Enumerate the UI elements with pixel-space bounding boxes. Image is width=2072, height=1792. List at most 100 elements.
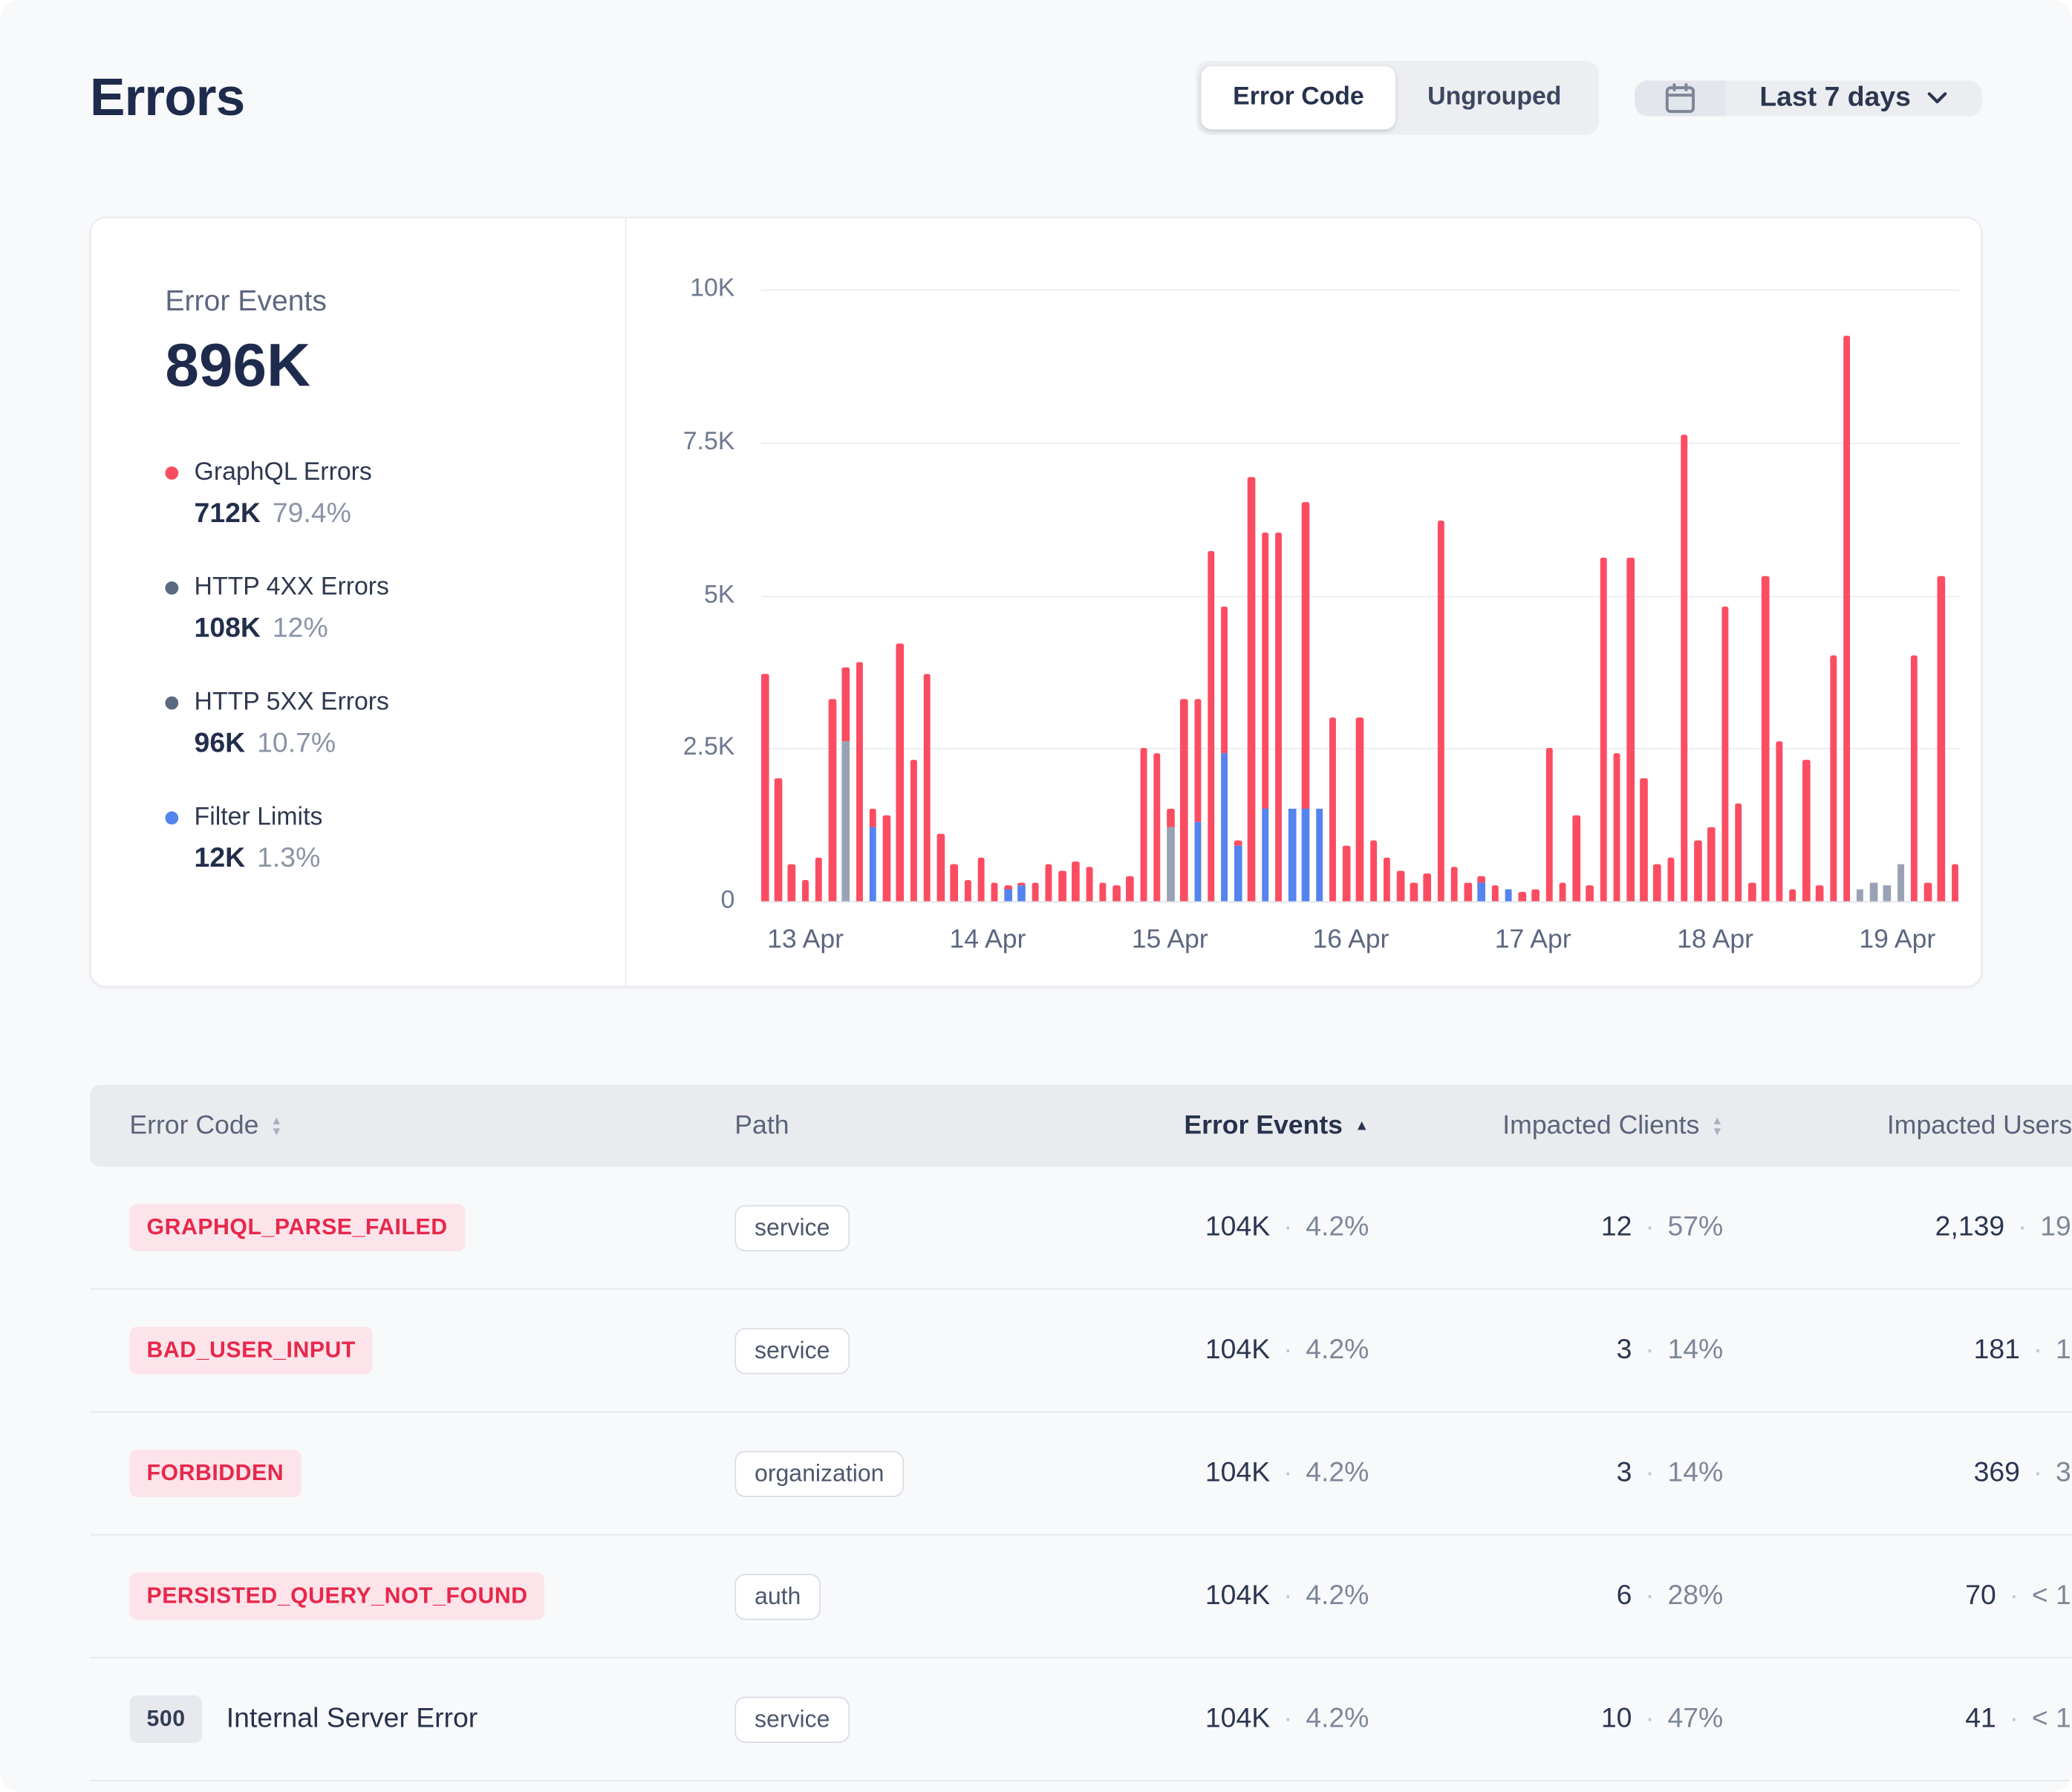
table-row[interactable]: BAD_USER_INPUTservice104K·4.2%3·14%181·1… <box>90 1290 2072 1413</box>
chart-bar[interactable] <box>761 290 769 902</box>
chart-bar[interactable] <box>1816 290 1823 902</box>
column-header-impacted-users[interactable]: Impacted Users▲▼ <box>1736 1111 2072 1141</box>
chart-bar[interactable] <box>937 290 945 902</box>
chart-bar[interactable] <box>1870 290 1877 902</box>
chart-bar[interactable] <box>910 290 917 902</box>
chart-bar[interactable] <box>1194 290 1202 902</box>
chart-bar[interactable] <box>1911 290 1918 902</box>
chart-bar[interactable] <box>1478 290 1485 902</box>
chart-bar[interactable] <box>1005 290 1012 902</box>
column-header-error-events[interactable]: Error Events▲ <box>1131 1111 1382 1141</box>
date-range-value[interactable]: Last 7 days <box>1725 80 1982 116</box>
chart-bar[interactable] <box>1302 290 1309 902</box>
chart-bar[interactable] <box>856 290 863 902</box>
chart-bar[interactable] <box>1221 290 1228 902</box>
chart-bar[interactable] <box>1369 290 1377 902</box>
column-header-path[interactable]: Path <box>695 1111 1131 1141</box>
chart-bar[interactable] <box>1275 290 1283 902</box>
table-row[interactable]: FORBIDDENorganization104K·4.2%3·14%369·3… <box>90 1413 2072 1535</box>
chart-bar[interactable] <box>1857 290 1864 902</box>
chart-bar[interactable] <box>1559 290 1566 902</box>
chart-bar[interactable] <box>1343 290 1350 902</box>
legend-item-2[interactable]: HTTP 4XX Errors108K12% <box>165 573 585 645</box>
chart-bar[interactable] <box>1708 290 1716 902</box>
table-row[interactable]: 500Internal Server Errorservice104K·4.2%… <box>90 1658 2072 1781</box>
chart-bar[interactable] <box>951 290 958 902</box>
chart-bar[interactable] <box>1545 290 1553 902</box>
chart-bar[interactable] <box>1532 290 1540 902</box>
chart-bar[interactable] <box>1491 290 1499 902</box>
chart-bar[interactable] <box>1735 290 1742 902</box>
chart-bar[interactable] <box>1586 290 1594 902</box>
chart-bar[interactable] <box>1613 290 1620 902</box>
chart-bar[interactable] <box>1721 290 1729 902</box>
chart-bar[interactable] <box>1329 290 1337 902</box>
chart-bar[interactable] <box>1451 290 1459 902</box>
chart-bar[interactable] <box>1951 290 1958 902</box>
chart-bar[interactable] <box>788 290 795 902</box>
chart-bar[interactable] <box>1180 290 1188 902</box>
chart-bar[interactable] <box>1694 290 1701 902</box>
legend-item-4[interactable]: Filter Limits12K1.3% <box>165 804 585 875</box>
legend-item-3[interactable]: HTTP 5XX Errors96K10.7% <box>165 688 585 760</box>
chart-bar[interactable] <box>1045 290 1052 902</box>
chart-bar[interactable] <box>1356 290 1364 902</box>
chart-bar[interactable] <box>1140 290 1147 902</box>
chart-bar[interactable] <box>1573 290 1580 902</box>
chart-bar[interactable] <box>1397 290 1404 902</box>
chart-bar[interactable] <box>1505 290 1512 902</box>
chart-bar[interactable] <box>1776 290 1783 902</box>
date-range-picker[interactable]: Last 7 days <box>1634 80 1982 116</box>
chart-bar[interactable] <box>1248 290 1255 902</box>
chart-bar[interactable] <box>1059 290 1066 902</box>
legend-item-1[interactable]: GraphQL Errors712K79.4% <box>165 458 585 530</box>
column-header-impacted-clients[interactable]: Impacted Clients▲▼ <box>1382 1111 1736 1141</box>
chart-bar[interactable] <box>1641 290 1648 902</box>
chart-bar[interactable] <box>1316 290 1323 902</box>
chart-bar[interactable] <box>991 290 998 902</box>
chart-bar[interactable] <box>802 290 809 902</box>
chart-bar[interactable] <box>842 290 850 902</box>
chart-bar[interactable] <box>1654 290 1661 902</box>
chart-bar[interactable] <box>1924 290 1932 902</box>
chart-bar[interactable] <box>1626 290 1634 902</box>
chart-bar[interactable] <box>1762 290 1769 902</box>
chart-bar[interactable] <box>829 290 836 902</box>
chart-bar[interactable] <box>1802 290 1810 902</box>
chart-bar[interactable] <box>1465 290 1472 902</box>
group-by-ungrouped-button[interactable]: Ungrouped <box>1395 66 1593 129</box>
chart-bar[interactable] <box>1086 290 1093 902</box>
chart-bar[interactable] <box>1410 290 1418 902</box>
chart-bar[interactable] <box>775 290 782 902</box>
chart-bar[interactable] <box>1289 290 1296 902</box>
chart-bar[interactable] <box>1667 290 1675 902</box>
chart-bar[interactable] <box>1424 290 1431 902</box>
chart-bar[interactable] <box>1789 290 1796 902</box>
chart-bar[interactable] <box>1384 290 1391 902</box>
chart-bar[interactable] <box>964 290 971 902</box>
chart-bar[interactable] <box>896 290 904 902</box>
chart-bar[interactable] <box>1112 290 1120 902</box>
chart-bar[interactable] <box>1032 290 1039 902</box>
chart-bar[interactable] <box>1072 290 1080 902</box>
chart-bar[interactable] <box>1830 290 1837 902</box>
chart-bar[interactable] <box>977 290 985 902</box>
chart-bar[interactable] <box>923 290 931 902</box>
column-header-error-code[interactable]: Error Code▲▼ <box>90 1111 695 1141</box>
chart-bar[interactable] <box>883 290 890 902</box>
chart-bar[interactable] <box>1208 290 1215 902</box>
table-row[interactable]: GRAPHQL_PARSE_FAILEDservice104K·4.2%12·5… <box>90 1167 2072 1289</box>
chart-bar[interactable] <box>1897 290 1905 902</box>
chart-bar[interactable] <box>1938 290 1945 902</box>
chart-bar[interactable] <box>1681 290 1688 902</box>
chart-bar[interactable] <box>1018 290 1026 902</box>
chart-bar[interactable] <box>1519 290 1526 902</box>
chart-bar[interactable] <box>1437 290 1444 902</box>
chart-bar[interactable] <box>1153 290 1161 902</box>
chart-bar[interactable] <box>1262 290 1269 902</box>
chart-bar[interactable] <box>1883 290 1891 902</box>
chart-bar[interactable] <box>1600 290 1607 902</box>
chart-bar[interactable] <box>1099 290 1107 902</box>
chart-bar[interactable] <box>1843 290 1851 902</box>
chart-bar[interactable] <box>815 290 823 902</box>
